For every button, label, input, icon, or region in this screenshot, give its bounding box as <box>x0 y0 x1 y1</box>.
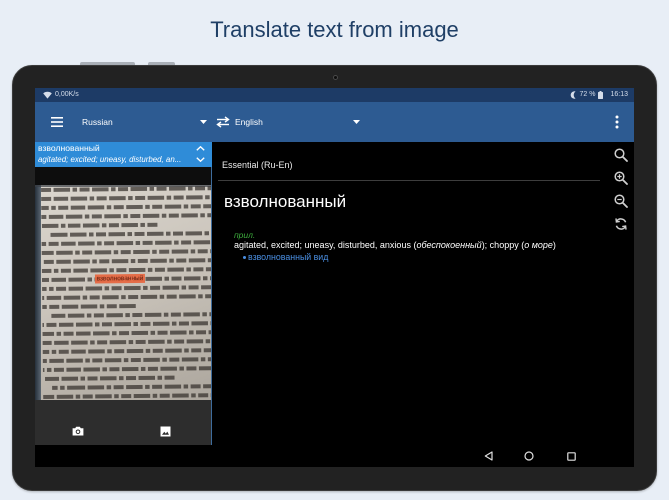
photo-text-line <box>42 357 212 363</box>
headword: взволнованный <box>224 192 347 211</box>
photo-text-line <box>42 321 212 327</box>
photo-text-line <box>42 348 212 354</box>
definition-note: о море <box>524 240 553 250</box>
photo-text-line <box>41 186 212 192</box>
home-icon[interactable] <box>524 451 534 461</box>
photo-text-line <box>42 330 212 336</box>
battery-level: 72 % <box>579 91 596 98</box>
photo-text-line <box>41 240 212 246</box>
photo-text-line <box>41 249 212 255</box>
more-options-button[interactable] <box>612 115 622 129</box>
dictionary-name[interactable]: Essential (Ru-En) <box>222 159 293 171</box>
back-icon[interactable] <box>484 451 493 461</box>
photo-text-line <box>41 195 212 201</box>
status-indicators: 72 % 16:13 <box>570 88 628 102</box>
dictionary-panel: Essential (Ru-En) взволнованный прил. ag… <box>212 142 634 445</box>
swap-languages-button[interactable] <box>215 116 231 128</box>
device-screen: 0,00K/s 72 % 16:13 Russian English взвол… <box>35 88 634 467</box>
source-photo[interactable]: взволнованный <box>35 185 212 400</box>
source-language-label: Russian <box>82 117 113 127</box>
dropdown-arrow-icon <box>200 120 207 124</box>
image-icon[interactable] <box>160 426 171 437</box>
network-speed: 0,00K/s <box>55 91 79 98</box>
photo-text-line <box>42 366 212 372</box>
example-text: взволнованный вид <box>248 252 329 262</box>
definition-note: обеспокоенный <box>416 240 482 250</box>
photo-text-line <box>42 294 212 300</box>
swap-languages-icon <box>215 116 231 128</box>
moon-icon <box>570 91 577 99</box>
example-phrase[interactable]: взволнованный вид <box>243 251 328 263</box>
suggestion-preview: agitated; excited; uneasy, disturbed, an… <box>38 155 182 164</box>
photo-text-line <box>50 231 212 237</box>
wifi-icon <box>43 91 52 99</box>
selected-word-suggestion[interactable]: взволнованный agitated; excited; uneasy,… <box>35 142 212 167</box>
photo-text-line <box>42 303 139 309</box>
battery-icon <box>598 91 604 99</box>
photo-text-line <box>43 375 176 381</box>
list-bullet <box>243 255 246 259</box>
photo-word-highlight[interactable]: взволнованный <box>94 273 146 284</box>
photo-text-line <box>41 258 212 264</box>
target-language-select[interactable]: English <box>230 108 364 136</box>
definition-text: agitated, excited; uneasy, disturbed, an… <box>234 240 417 250</box>
dropdown-arrow-icon <box>353 120 360 124</box>
definition: agitated, excited; uneasy, disturbed, an… <box>234 239 556 251</box>
photo-text-line <box>41 213 212 219</box>
navigation-bar <box>35 445 634 467</box>
status-bar: 0,00K/s 72 % 16:13 <box>35 88 634 102</box>
menu-icon <box>51 117 63 127</box>
zoom-in-icon[interactable] <box>614 171 628 185</box>
photo-text-line <box>51 312 212 318</box>
photo-book-spine <box>35 185 41 400</box>
chevron-down-icon[interactable] <box>196 157 205 162</box>
suggestion-word: взволнованный <box>38 143 100 153</box>
promo-title: Translate text from image <box>210 17 459 42</box>
photo-text-line <box>42 285 212 291</box>
photo-text-lines: взволнованный <box>41 185 212 400</box>
target-language-label: English <box>235 117 263 127</box>
photo-text-line <box>41 267 212 273</box>
app-bar: Russian English <box>35 102 634 142</box>
menu-button[interactable] <box>49 115 65 129</box>
source-toolbar <box>35 400 212 445</box>
definition-text: ) <box>552 240 556 250</box>
camera-icon[interactable] <box>72 426 84 436</box>
photo-text-line <box>41 222 160 228</box>
more-vert-icon <box>615 115 619 129</box>
photo-text-line <box>41 204 212 210</box>
definition-text: ); choppy ( <box>481 240 525 250</box>
front-camera <box>333 75 338 80</box>
clock: 16:13 <box>610 91 628 98</box>
photo-text-line <box>42 339 212 345</box>
zoom-out-icon[interactable] <box>614 194 628 208</box>
source-language-select[interactable]: Russian <box>75 108 211 136</box>
source-panel: взволнованный agitated; excited; uneasy,… <box>35 142 212 445</box>
photo-text-line <box>43 393 212 399</box>
recents-icon[interactable] <box>567 451 576 462</box>
photo-text-line <box>52 384 212 390</box>
rotate-icon[interactable] <box>614 217 628 231</box>
search-icon[interactable] <box>614 148 628 162</box>
divider <box>218 180 600 181</box>
chevron-up-icon[interactable] <box>196 146 205 151</box>
